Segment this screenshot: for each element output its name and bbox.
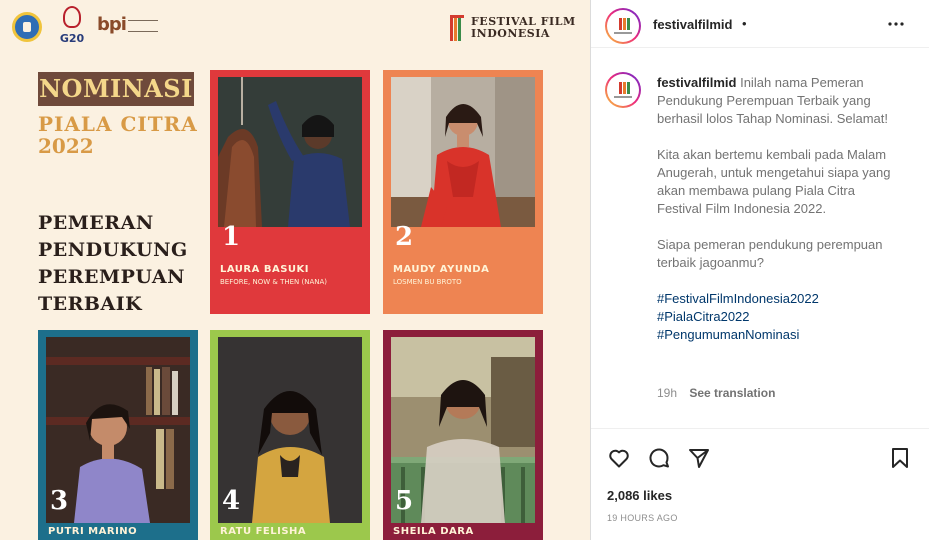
nominee-number: 4: [222, 486, 241, 516]
caption-avatar[interactable]: [605, 72, 641, 108]
nominasi-heading: NOMINASI: [38, 72, 194, 106]
post-actions: 2,086 likes 19 HOURS AGO: [591, 428, 929, 540]
festival-film-indonesia-logo: FESTIVAL FILM INDONESIA: [450, 15, 576, 41]
comment-icon[interactable]: [647, 446, 671, 470]
nominee-name: SHEILA DARA: [393, 526, 474, 537]
caption-text-2: Kita akan bertemu kembali pada Malam Anu…: [657, 147, 891, 216]
nominee-card-4: 4 RATU FELISHA: [210, 330, 370, 540]
piala-citra-heading: PIALA CITRA: [38, 112, 198, 136]
year-label: 2022: [38, 134, 94, 158]
post-caption: festivalfilmid Inilah nama Pemeran Pendu…: [657, 74, 897, 344]
nominee-number: 1: [222, 222, 241, 252]
nominee-film: BEFORE, NOW & THEN (NANA): [220, 278, 328, 286]
time-ago: 19h: [657, 386, 678, 400]
hashtag-link[interactable]: #FestivalFilmIndonesia2022: [657, 290, 897, 308]
post-header: festivalfilmid •: [591, 0, 929, 48]
hashtag-link[interactable]: #PialaCitra2022: [657, 308, 897, 326]
nominee-name: PUTRI MARINO: [48, 526, 138, 537]
bpi-logo: bpi: [97, 14, 158, 40]
send-icon[interactable]: [687, 446, 711, 470]
g20-logo: G20: [57, 6, 87, 48]
avatar[interactable]: [605, 8, 641, 44]
caption-username[interactable]: festivalfilmid: [657, 75, 736, 90]
nominee-photo: [218, 77, 362, 227]
bookmark-icon[interactable]: [888, 446, 912, 470]
post-image[interactable]: G20 bpi FESTIVAL FILM INDONESIA NOMINASI…: [0, 0, 590, 540]
post-timestamp[interactable]: 19 HOURS AGO: [607, 513, 678, 523]
nominee-number: 3: [50, 486, 69, 516]
more-horizontal-icon[interactable]: [884, 12, 908, 36]
nominee-film: LOSMEN BU BROTO: [393, 278, 462, 286]
nominee-photo: [391, 77, 535, 227]
category-title: PEMERAN PENDUKUNG PEREMPUAN TERBAIK: [38, 212, 188, 315]
see-translation-button[interactable]: See translation: [689, 386, 775, 400]
nominee-card-3: 3 PUTRI MARINO: [38, 330, 198, 540]
hashtag-link[interactable]: #PengumumanNominasi: [657, 326, 897, 344]
nominee-name: MAUDY AYUNDA: [393, 264, 490, 275]
post-side-panel: festivalfilmid • festivalfilmid Inilah n…: [590, 0, 929, 540]
nominee-card-5: 5 SHEILA DARA: [383, 330, 543, 540]
username-link[interactable]: festivalfilmid: [653, 17, 732, 32]
nominee-number: 2: [395, 222, 414, 252]
caption-meta: 19h See translation: [657, 386, 775, 400]
heart-icon[interactable]: [607, 446, 631, 470]
nominee-name: RATU FELISHA: [220, 526, 307, 537]
caption-text-3: Siapa pemeran pendukung perempuan terbai…: [657, 237, 883, 270]
separator-dot: •: [742, 16, 747, 31]
nominee-card-1: 1 LAURA BASUKI BEFORE, NOW & THEN (NANA): [210, 70, 370, 314]
nominee-number: 5: [395, 486, 414, 516]
nominee-name: LAURA BASUKI: [220, 264, 309, 275]
ministry-logo: [12, 12, 42, 42]
nominee-card-2: 2 MAUDY AYUNDA LOSMEN BU BROTO: [383, 70, 543, 314]
likes-count[interactable]: 2,086 likes: [607, 488, 672, 503]
